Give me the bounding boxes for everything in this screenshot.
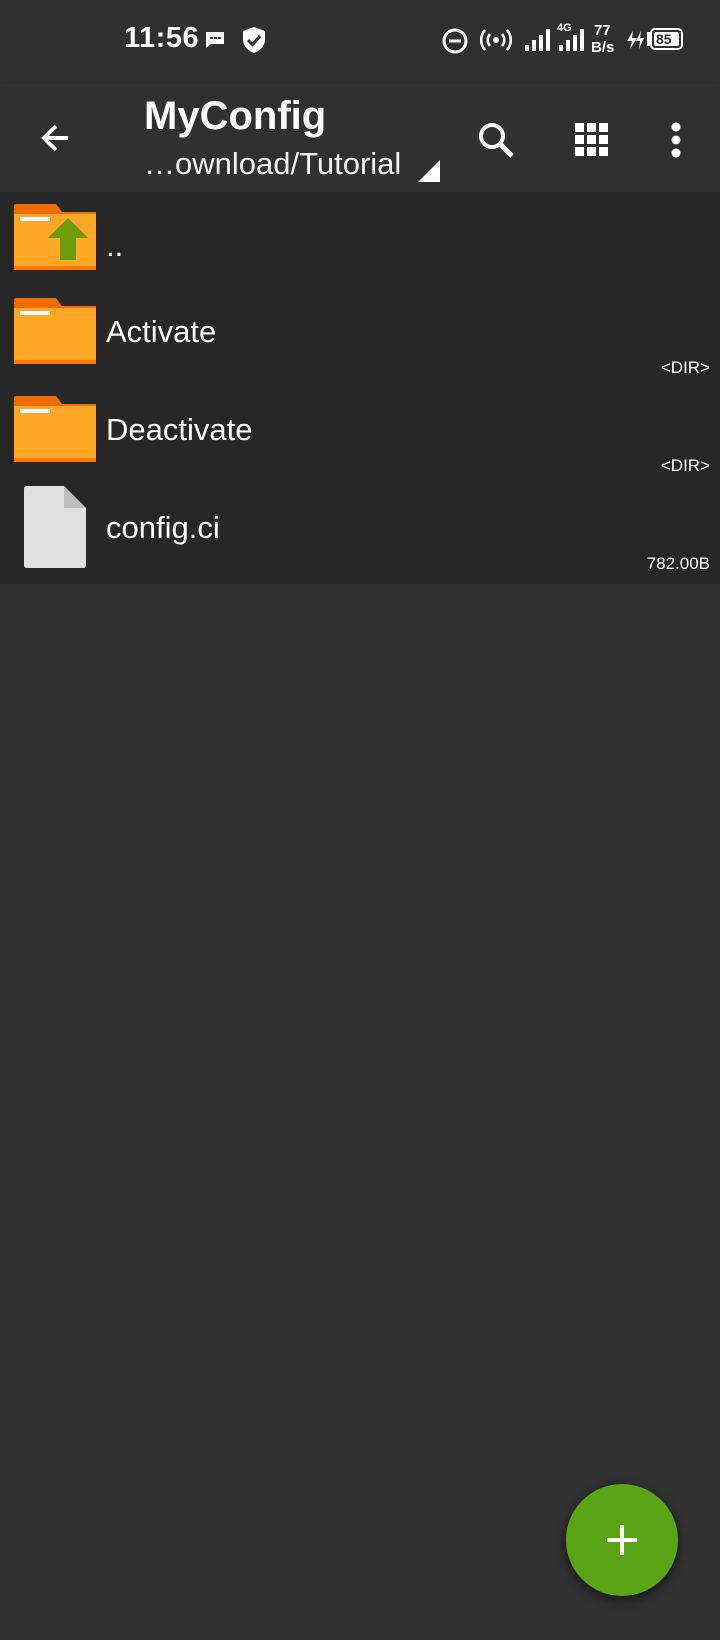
file-meta: <DIR> — [660, 456, 710, 475]
search-button[interactable] — [466, 110, 526, 170]
message-icon — [204, 30, 226, 55]
file-row-parent[interactable]: .. — [0, 192, 720, 290]
file-row-config[interactable]: config.ci 782.00B — [0, 486, 720, 584]
file-meta: <DIR> — [660, 358, 710, 377]
add-icon — [607, 1525, 637, 1555]
file-name: Activate — [106, 314, 217, 349]
hotspot-icon — [480, 28, 512, 57]
status-bar: 11:56 4G 77 B/s 85 — [0, 0, 720, 84]
current-path[interactable]: …ownload/Tutorial — [144, 146, 401, 182]
status-time: 11:56 — [124, 22, 200, 54]
file-meta: 782.00B — [646, 554, 710, 573]
file-name: config.ci — [106, 510, 220, 545]
file-name: Deactivate — [106, 412, 253, 447]
signal-icon — [524, 28, 552, 57]
network-speed-value: 77 — [594, 22, 611, 39]
folder-icon — [14, 298, 96, 369]
file-row-activate[interactable]: Activate <DIR> — [0, 290, 720, 388]
grid-view-button[interactable] — [562, 110, 622, 170]
search-icon — [479, 123, 514, 158]
network-speed-unit: B/s — [591, 39, 615, 56]
file-name: .. — [106, 228, 124, 263]
shield-check-icon — [242, 26, 266, 59]
file-row-deactivate[interactable]: Deactivate <DIR> — [0, 388, 720, 486]
charging-icon — [624, 30, 646, 55]
add-fab-button[interactable] — [566, 1484, 678, 1596]
more-vert-icon — [671, 122, 681, 158]
app-title: MyConfig — [144, 94, 327, 138]
path-dropdown-icon[interactable] — [418, 160, 440, 187]
file-list: .. Activate <DIR> Deactivate <DIR> confi… — [0, 192, 720, 584]
more-options-button[interactable] — [646, 110, 706, 170]
back-button[interactable] — [28, 110, 84, 166]
app-bar: MyConfig …ownload/Tutorial — [0, 84, 720, 192]
folder-up-icon — [14, 204, 96, 275]
battery-level: 85 — [656, 31, 672, 47]
signal-4g-icon — [558, 28, 586, 57]
back-arrow-icon — [41, 124, 68, 152]
do-not-disturb-icon — [442, 28, 468, 59]
file-icon — [24, 486, 86, 573]
folder-icon — [14, 396, 96, 467]
grid-view-icon — [575, 123, 608, 156]
